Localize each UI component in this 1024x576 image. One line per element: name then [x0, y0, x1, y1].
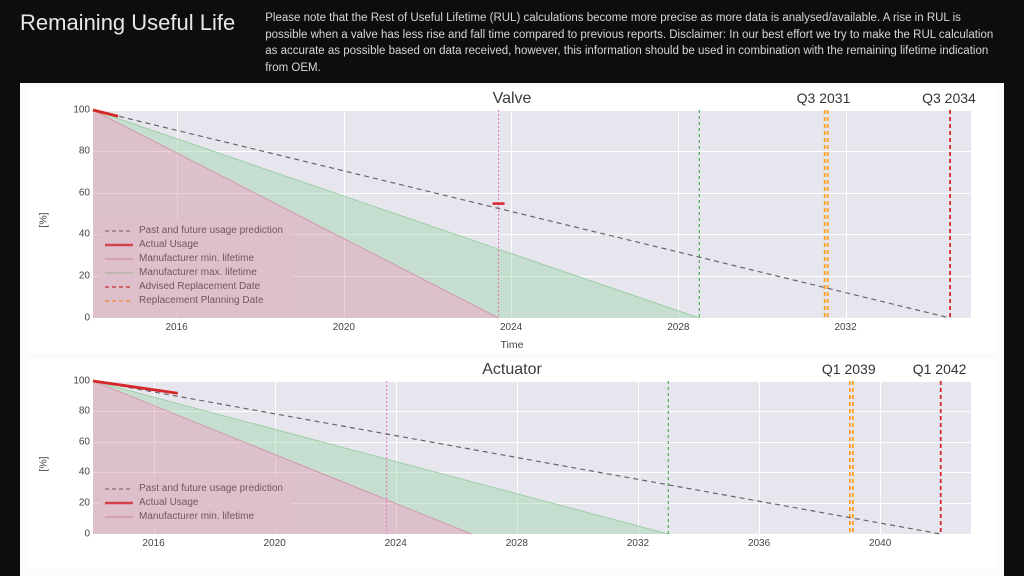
y-tick: 20	[66, 271, 90, 282]
legend-swatch	[105, 268, 133, 278]
date-annotation: Q3 2034	[922, 90, 976, 106]
legend-swatch	[105, 296, 133, 306]
y-tick: 80	[66, 146, 90, 157]
legend-swatch	[105, 282, 133, 292]
charts-container: Valve UReasonINTELLIGENCE FIRST Past and…	[20, 83, 1004, 576]
x-tick: 2032	[834, 322, 856, 333]
legend-item: Replacement Planning Date	[105, 294, 283, 308]
x-tick: 2020	[333, 322, 355, 333]
x-tick: 2016	[165, 322, 187, 333]
y-tick: 0	[66, 528, 90, 539]
legend-swatch	[105, 498, 133, 508]
y-axis-label: [%]	[38, 456, 50, 471]
x-tick: 2032	[627, 538, 649, 549]
legend-label: Manufacturer max. lifetime	[139, 266, 257, 280]
date-annotation: Q3 2031	[797, 90, 851, 106]
x-tick: 2028	[667, 322, 689, 333]
x-tick: 2024	[500, 322, 522, 333]
legend-item: Manufacturer max. lifetime	[105, 266, 283, 280]
x-tick: 2016	[142, 538, 164, 549]
y-tick: 20	[66, 498, 90, 509]
chart-title: Valve	[28, 88, 996, 110]
plot-area: Past and future usage predictionActual U…	[93, 110, 971, 318]
y-axis-label: [%]	[38, 213, 50, 228]
legend-label: Manufacturer min. lifetime	[139, 252, 254, 266]
y-tick: 40	[66, 467, 90, 478]
legend-swatch	[105, 484, 133, 494]
legend-swatch	[105, 240, 133, 250]
x-tick: 2040	[869, 538, 891, 549]
legend-swatch	[105, 226, 133, 236]
header: Remaining Useful Life Please note that t…	[0, 0, 1024, 83]
legend-label: Manufacturer min. lifetime	[139, 510, 254, 524]
legend-item: Past and future usage prediction	[105, 224, 283, 238]
legend-label: Actual Usage	[139, 238, 198, 252]
page-title: Remaining Useful Life	[20, 10, 235, 35]
page-description: Please note that the Rest of Useful Life…	[265, 10, 1004, 77]
legend-label: Replacement Planning Date	[139, 294, 264, 308]
legend-item: Manufacturer min. lifetime	[105, 252, 283, 266]
chart-actuator: Actuator Past and future usage predictio…	[28, 359, 996, 569]
y-tick: 0	[66, 312, 90, 323]
x-axis-label: Time	[28, 339, 996, 351]
legend-swatch	[105, 512, 133, 522]
y-tick: 40	[66, 229, 90, 240]
y-tick: 80	[66, 406, 90, 417]
legend: Past and future usage predictionActual U…	[99, 220, 291, 312]
y-tick: 60	[66, 187, 90, 198]
legend-label: Past and future usage prediction	[139, 224, 283, 238]
legend-item: Manufacturer min. lifetime	[105, 510, 283, 524]
legend-item: Actual Usage	[105, 496, 283, 510]
date-annotation: Q1 2042	[913, 361, 967, 377]
legend-swatch	[105, 254, 133, 264]
chart-valve: Valve UReasonINTELLIGENCE FIRST Past and…	[28, 88, 996, 353]
plot-area: Past and future usage predictionActual U…	[93, 381, 971, 534]
x-tick: 2036	[748, 538, 770, 549]
x-tick: 2028	[506, 538, 528, 549]
legend-item: Advised Replacement Date	[105, 280, 283, 294]
legend-item: Past and future usage prediction	[105, 482, 283, 496]
date-annotation: Q1 2039	[822, 361, 876, 377]
legend: Past and future usage predictionActual U…	[99, 478, 291, 528]
x-tick: 2024	[385, 538, 407, 549]
legend-label: Actual Usage	[139, 496, 198, 510]
legend-item: Actual Usage	[105, 238, 283, 252]
y-tick: 60	[66, 436, 90, 447]
y-tick: 100	[66, 375, 90, 386]
x-tick: 2020	[264, 538, 286, 549]
legend-label: Advised Replacement Date	[139, 280, 260, 294]
legend-label: Past and future usage prediction	[139, 482, 283, 496]
y-tick: 100	[66, 104, 90, 115]
